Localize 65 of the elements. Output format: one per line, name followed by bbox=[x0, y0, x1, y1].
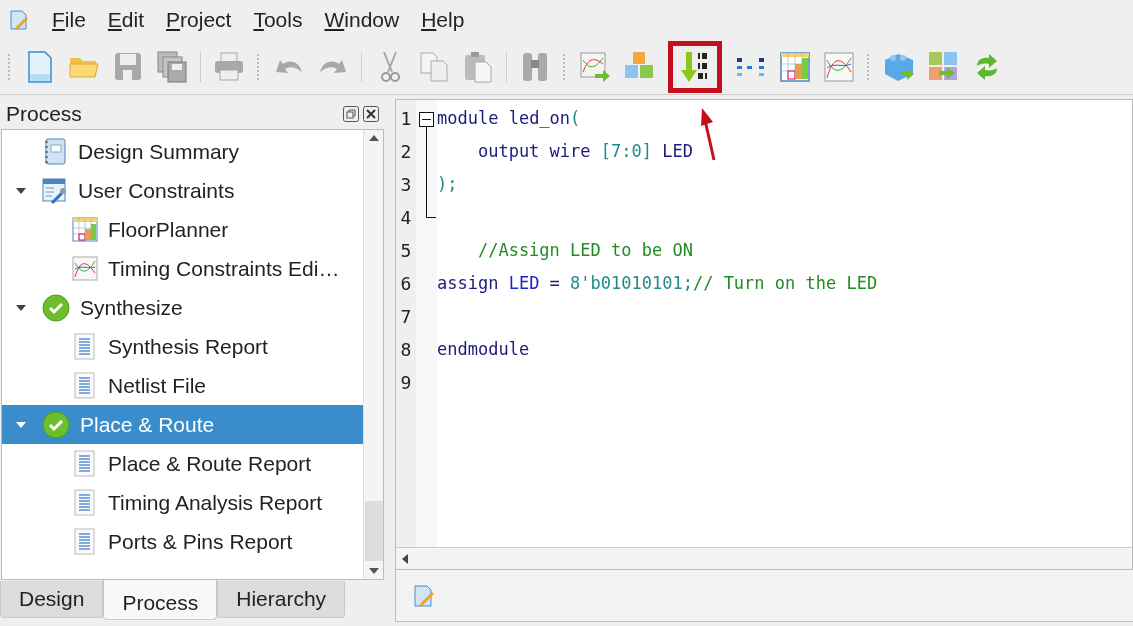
tree-item[interactable]: User Constraints bbox=[2, 171, 363, 210]
document-icon bbox=[72, 332, 98, 361]
scrollbar[interactable] bbox=[363, 130, 383, 579]
tree-item[interactable]: Netlist File bbox=[2, 366, 363, 405]
expanded-arrow-icon[interactable] bbox=[15, 186, 27, 195]
scroll-up-icon[interactable] bbox=[367, 134, 380, 142]
menu-item[interactable]: Project bbox=[166, 4, 232, 36]
code-line: ); bbox=[437, 172, 458, 196]
chart-arrow-icon[interactable] bbox=[579, 50, 611, 84]
menu-item[interactable]: File bbox=[52, 4, 86, 36]
document-icon bbox=[72, 488, 98, 517]
clipboard-icon[interactable] bbox=[462, 50, 494, 84]
panel-tab[interactable]: Process bbox=[103, 580, 218, 620]
panel-tab[interactable]: Hierarchy bbox=[217, 581, 346, 618]
line-number: 4 bbox=[400, 206, 412, 230]
grid-chart-icon[interactable] bbox=[779, 50, 811, 84]
code-line: module led_on( bbox=[437, 106, 581, 130]
line-number: 5 bbox=[400, 239, 412, 263]
panel-tab[interactable]: Design bbox=[0, 581, 104, 618]
check-circle-icon bbox=[42, 410, 70, 439]
tree-item[interactable]: FloorPlanner bbox=[2, 210, 363, 249]
check-circle-icon bbox=[42, 293, 70, 322]
scroll-down-icon[interactable] bbox=[367, 567, 380, 575]
restore-icon[interactable] bbox=[343, 106, 359, 122]
tree-item[interactable]: Timing Analysis Report bbox=[2, 483, 363, 522]
tree-item[interactable]: Synthesis Report bbox=[2, 327, 363, 366]
expanded-arrow-icon[interactable] bbox=[15, 303, 27, 312]
form-wrench-icon bbox=[42, 176, 68, 205]
app-icon bbox=[8, 9, 30, 31]
line-number: 1 bbox=[400, 107, 412, 131]
edit-document-icon[interactable] bbox=[412, 583, 436, 608]
line-number: 8 bbox=[400, 338, 412, 362]
document-icon bbox=[72, 527, 98, 556]
tree-item[interactable]: Timing Constraints Edi… bbox=[2, 249, 363, 288]
tree-item[interactable]: Place & Route bbox=[2, 405, 363, 444]
line-number: 6 bbox=[400, 272, 412, 296]
line-number: 2 bbox=[400, 140, 412, 164]
line-number: 3 bbox=[400, 173, 412, 197]
line-number: 7 bbox=[400, 305, 412, 329]
menu-item[interactable]: Edit bbox=[107, 4, 145, 36]
tree-item[interactable]: Place & Route Report bbox=[2, 444, 363, 483]
notebook-icon bbox=[42, 137, 68, 166]
close-icon[interactable] bbox=[363, 106, 379, 122]
copy-icon[interactable] bbox=[418, 50, 450, 84]
code-line: endmodule bbox=[437, 337, 530, 361]
scroll-thumb[interactable] bbox=[364, 501, 383, 561]
panel-title: Process bbox=[6, 101, 82, 128]
printer-icon[interactable] bbox=[213, 50, 245, 84]
horizontal-scrollbar[interactable] bbox=[396, 547, 1132, 569]
tree-item[interactable]: Synthesize bbox=[2, 288, 363, 327]
grid-chart-icon bbox=[72, 215, 98, 244]
floppy-disks-icon[interactable] bbox=[156, 50, 188, 84]
code-line: output wire [7:0] LED bbox=[476, 139, 693, 163]
document-icon bbox=[72, 449, 98, 478]
tree-item[interactable]: Ports & Pins Report bbox=[2, 522, 363, 561]
line-number: 9 bbox=[400, 371, 412, 395]
menu-item[interactable]: Window bbox=[324, 4, 400, 36]
code-line: assign LED = 8'b01010101;// Turn on the LED bbox=[437, 271, 878, 295]
menu-item[interactable]: Help bbox=[421, 4, 465, 36]
graph-icon[interactable] bbox=[823, 50, 855, 84]
code-line: //Assign LED to be ON bbox=[476, 238, 693, 262]
tree-item[interactable]: Design Summary bbox=[2, 132, 363, 171]
document-icon bbox=[72, 371, 98, 400]
menu-item[interactable]: Tools bbox=[253, 4, 303, 36]
graph-icon bbox=[72, 254, 98, 283]
